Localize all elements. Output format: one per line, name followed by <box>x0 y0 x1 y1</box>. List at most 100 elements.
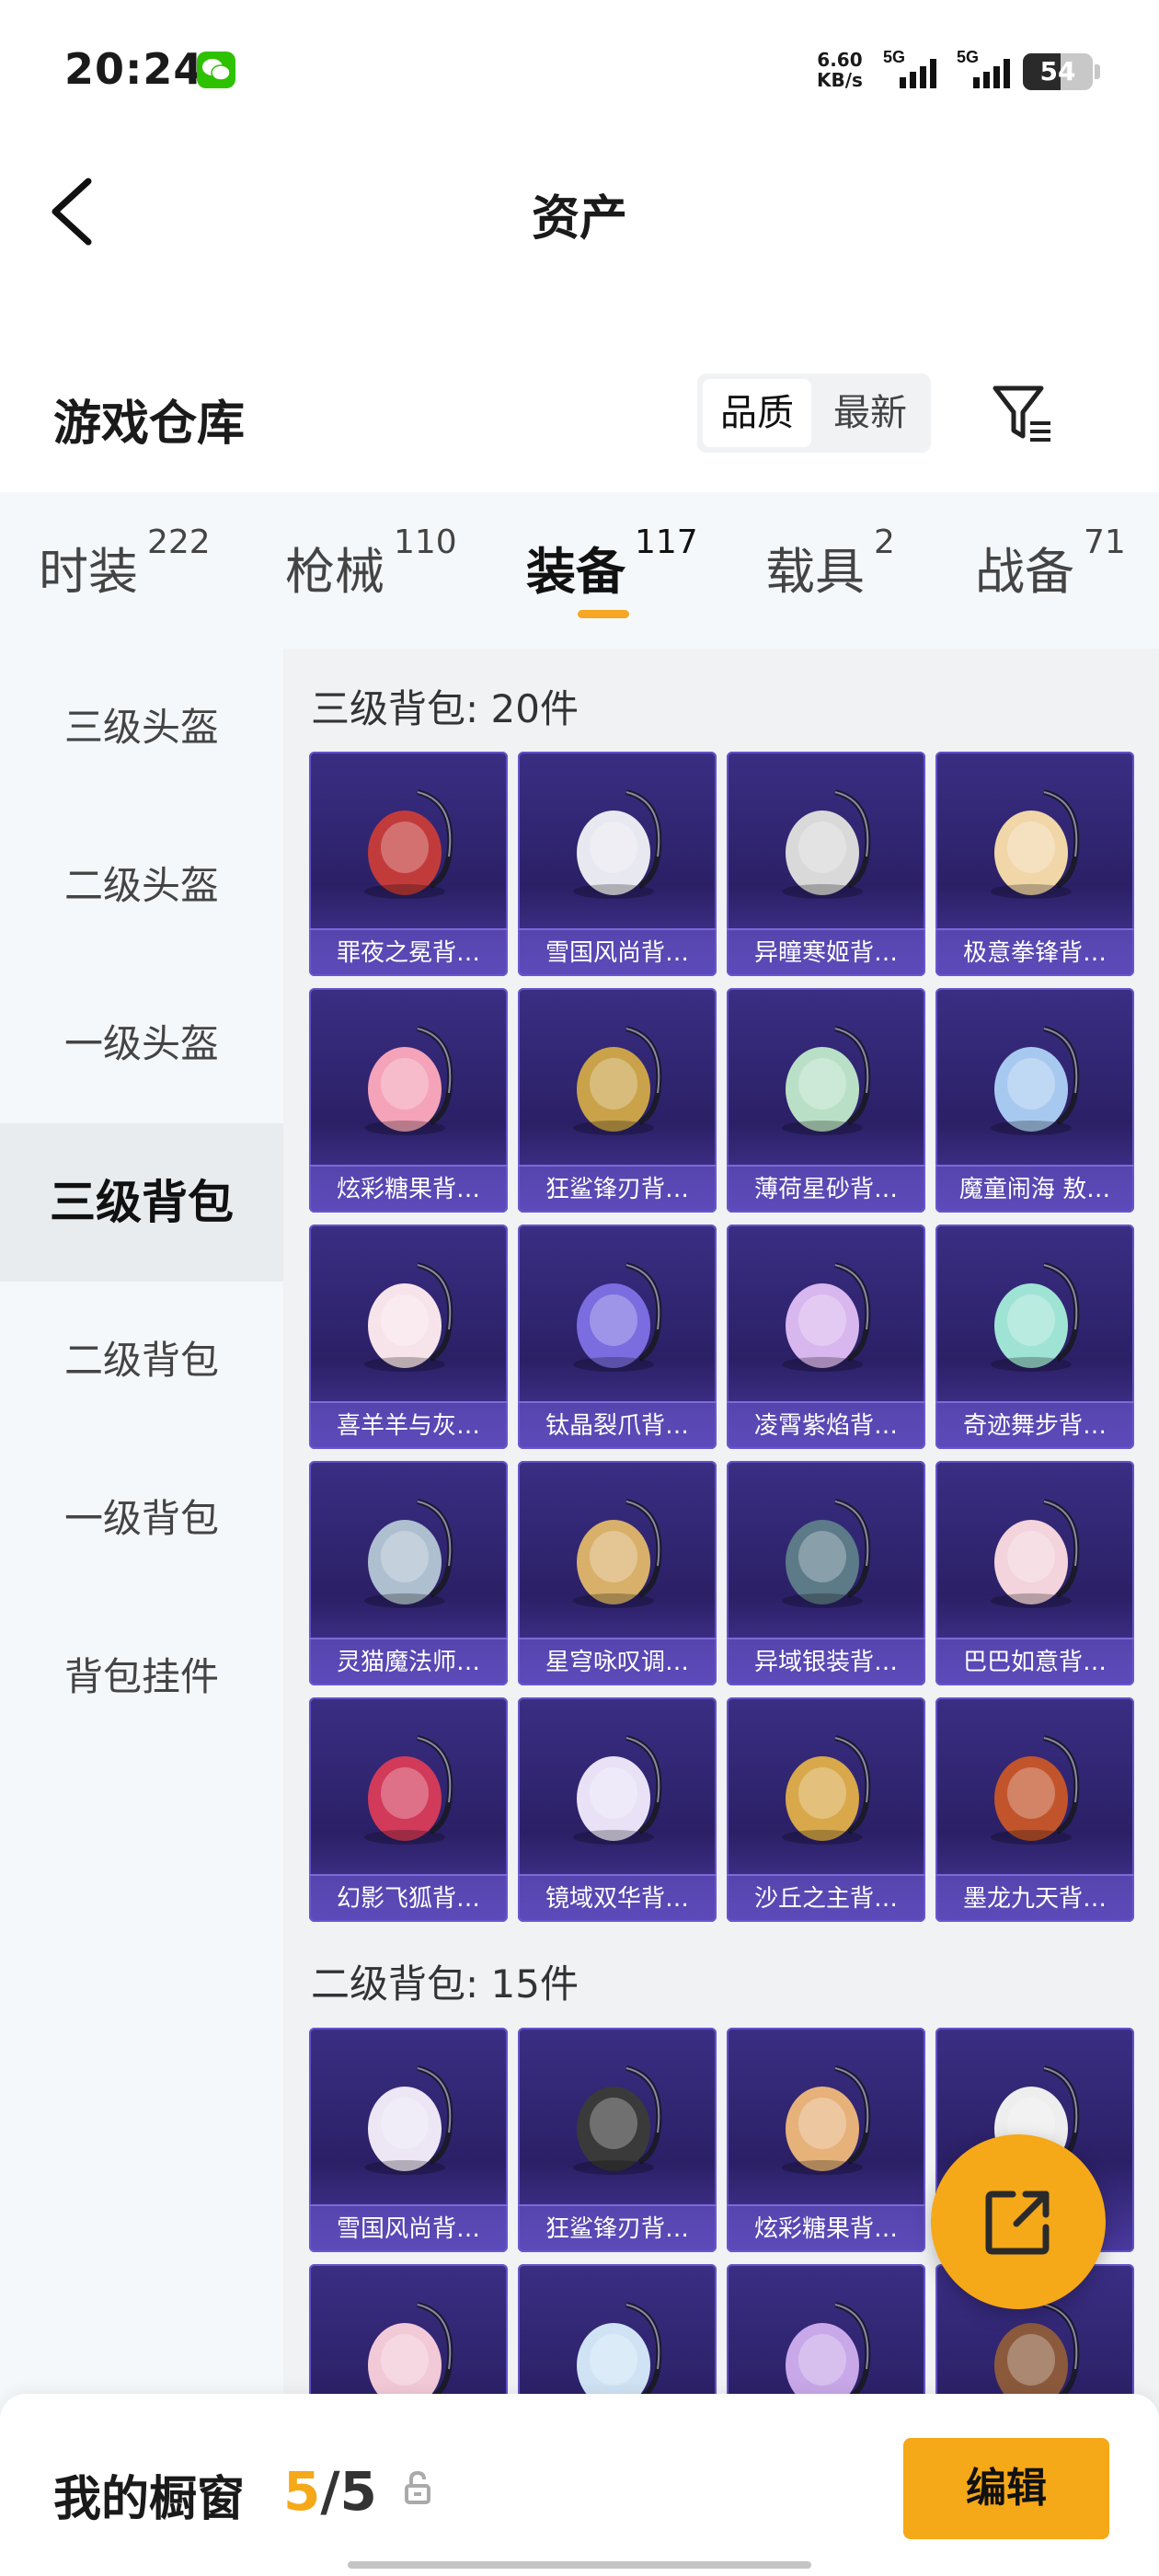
item-name: 幻影飞狐背… <box>309 1874 508 1922</box>
battery-level: 54 <box>1039 56 1076 86</box>
item-card[interactable]: 魔童闹海 敖… <box>935 988 1134 1213</box>
edit-button[interactable]: 编辑 <box>903 2438 1109 2539</box>
item-name: 狂鲨锋刃背… <box>518 2204 717 2252</box>
signal-sim2-icon: 5G <box>957 48 1010 88</box>
backpack-thumbnail-icon <box>573 789 662 899</box>
item-card[interactable]: 喜羊羊与灰… <box>309 1225 508 1449</box>
item-card[interactable]: 炫彩糖果背… <box>309 988 508 1213</box>
item-name: 罪夜之冕背… <box>309 928 508 976</box>
tab-supplies[interactable]: 战备 71 <box>975 523 1126 604</box>
sidebar-item-helmet-3[interactable]: 三级头盔 <box>0 649 283 807</box>
share-button[interactable] <box>931 2134 1106 2309</box>
tab-label: 枪械 <box>285 543 384 601</box>
backpack-thumbnail-icon <box>782 1735 871 1845</box>
sidebar-item-helmet-2[interactable]: 二级头盔 <box>0 807 283 965</box>
network-speed-value: 6.60 <box>817 49 863 71</box>
item-card[interactable]: 凌霄紫焰背… <box>727 1225 925 1449</box>
item-name: 凌霄紫焰背… <box>727 1401 925 1449</box>
status-bar: 20:24 6.60 KB/s 5G 5G 54 <box>0 0 1159 138</box>
item-card[interactable]: 墨龙九天背… <box>935 1697 1134 1922</box>
sidebar: 三级头盔 二级头盔 一级头盔 三级背包 二级背包 一级背包 背包挂件 <box>0 649 283 2576</box>
svg-text:5G: 5G <box>883 48 905 66</box>
showcase-bar: 我的橱窗 5/5 编辑 <box>0 2394 1159 2576</box>
tab-guns[interactable]: 枪械 110 <box>285 523 457 604</box>
backpack-thumbnail-icon <box>782 2065 871 2175</box>
showcase-label: 我的橱窗 <box>53 2472 246 2527</box>
network-speed-unit: KB/s <box>817 69 863 91</box>
battery-icon: 54 <box>1023 53 1093 90</box>
item-card[interactable]: 罪夜之冕背… <box>309 752 508 976</box>
backpack-thumbnail-icon <box>364 789 453 899</box>
item-name: 灵猫魔法师… <box>309 1638 508 1685</box>
tab-label: 时装 <box>39 543 138 601</box>
item-name: 狂鲨锋刃背… <box>518 1165 717 1213</box>
tab-count: 110 <box>394 523 457 561</box>
item-card[interactable]: 异域银装背… <box>727 1461 925 1685</box>
backpack-thumbnail-icon <box>991 789 1080 899</box>
tab-count: 222 <box>147 523 211 561</box>
warehouse-title: 游戏仓库 <box>53 397 246 452</box>
backpack-thumbnail-icon <box>782 1499 871 1608</box>
sort-quality-button[interactable]: 品质 <box>703 379 811 447</box>
backpack-thumbnail-icon <box>782 789 871 899</box>
item-name: 炫彩糖果背… <box>309 1165 508 1213</box>
item-card[interactable]: 雪国风尚背… <box>309 2028 508 2252</box>
wechat-icon <box>197 52 235 88</box>
group-title-backpack-2: 二级背包: 15件 <box>311 1961 579 2007</box>
showcase-current: 5 <box>283 2460 321 2523</box>
item-card[interactable]: 钛晶裂爪背… <box>518 1225 717 1449</box>
item-name: 极意拳锋背… <box>935 928 1134 976</box>
item-name: 沙丘之主背… <box>727 1874 925 1922</box>
battery-tip <box>1095 64 1100 79</box>
group-title-backpack-3: 三级背包: 20件 <box>311 686 579 731</box>
item-card[interactable]: 雪国风尚背… <box>518 752 717 976</box>
item-card[interactable]: 异瞳寒姬背… <box>727 752 925 976</box>
tab-fashion[interactable]: 时装222 <box>39 523 211 604</box>
lock-icon <box>405 2470 430 2504</box>
showcase-total: 5 <box>339 2460 377 2523</box>
sidebar-item-backpack-1[interactable]: 一级背包 <box>0 1440 283 1598</box>
active-tab-indicator <box>578 610 629 618</box>
share-external-icon <box>985 2191 1050 2255</box>
backpack-thumbnail-icon <box>573 1026 662 1135</box>
backpack-thumbnail-icon <box>364 1262 453 1372</box>
item-card[interactable]: 镜域双华背… <box>518 1697 717 1922</box>
item-card[interactable]: 狂鲨锋刃背… <box>518 2028 717 2252</box>
backpack-thumbnail-icon <box>991 1735 1080 1845</box>
item-name: 雪国风尚背… <box>518 928 717 976</box>
sidebar-item-backpack-2[interactable]: 二级背包 <box>0 1282 283 1440</box>
home-indicator[interactable] <box>348 2561 811 2569</box>
sidebar-item-backpack-charms[interactable]: 背包挂件 <box>0 1598 283 1756</box>
item-card[interactable]: 炫彩糖果背… <box>727 2028 925 2252</box>
sidebar-item-helmet-1[interactable]: 一级头盔 <box>0 965 283 1123</box>
item-card[interactable]: 灵猫魔法师… <box>309 1461 508 1685</box>
item-card[interactable]: 星穹咏叹调… <box>518 1461 717 1685</box>
tab-count: 71 <box>1084 523 1126 561</box>
page-title: 资产 <box>531 191 627 247</box>
sort-latest-button[interactable]: 最新 <box>815 379 925 447</box>
sidebar-item-backpack-3[interactable]: 三级背包 <box>0 1123 283 1282</box>
tab-vehicles[interactable]: 载具2 <box>765 523 895 604</box>
item-card[interactable]: 幻影飞狐背… <box>309 1697 508 1922</box>
tab-equipment[interactable]: 装备 117 <box>526 523 698 604</box>
tab-count: 117 <box>635 523 698 561</box>
item-card[interactable]: 巴巴如意背… <box>935 1461 1134 1685</box>
item-card[interactable]: 奇迹舞步背… <box>935 1225 1134 1449</box>
item-card[interactable]: 极意拳锋背… <box>935 752 1134 976</box>
item-card[interactable]: 沙丘之主背… <box>727 1697 925 1922</box>
item-card[interactable]: 狂鲨锋刃背… <box>518 988 717 1213</box>
app-screen: 20:24 6.60 KB/s 5G 5G 54 资产 游戏仓库 品质 最新 时… <box>0 0 1159 2576</box>
item-name: 异瞳寒姬背… <box>727 928 925 976</box>
tab-count: 2 <box>874 523 895 561</box>
filter-button[interactable] <box>990 381 1056 447</box>
backpack-thumbnail-icon <box>573 1262 662 1372</box>
item-name: 雪国风尚背… <box>309 2204 508 2252</box>
svg-text:5G: 5G <box>957 48 979 66</box>
backpack-thumbnail-icon <box>991 1026 1080 1135</box>
signal-sim1-icon: 5G <box>883 48 936 88</box>
item-name: 炫彩糖果背… <box>727 2204 925 2252</box>
item-card[interactable]: 薄荷星砂背… <box>727 988 925 1213</box>
item-name: 星穹咏叹调… <box>518 1638 717 1685</box>
showcase-separator: / <box>320 2460 340 2523</box>
sort-toggle: 品质 最新 <box>697 374 931 453</box>
